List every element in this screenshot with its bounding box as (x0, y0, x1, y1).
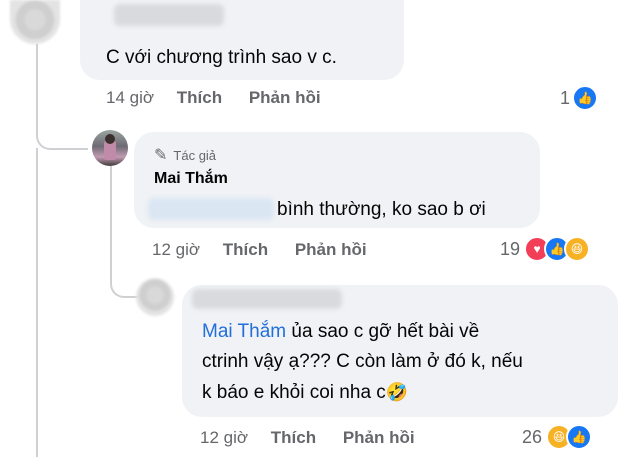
like-link[interactable]: Thích (271, 428, 316, 447)
commenter-avatar[interactable] (136, 278, 174, 316)
pencil-icon: ✎ (154, 147, 168, 164)
comment-actions: 12 giờ Thích Phản hồi (200, 428, 415, 448)
reaction-summary[interactable]: 19 ♥ 👍 😆 (500, 236, 591, 262)
avatar-head (105, 134, 115, 144)
author-name[interactable]: Mai Thắm (154, 170, 228, 188)
reply-link[interactable]: Phản hồi (249, 88, 321, 107)
comment-text: C với chương trình sao v c. (106, 47, 337, 68)
reply-link[interactable]: Phản hồi (295, 240, 367, 259)
comment-time[interactable]: 12 giờ (200, 428, 248, 447)
comment-text-line2: ctrinh vậy ạ??? C còn làm ở đó k, nếu (202, 351, 523, 372)
commenter-avatar[interactable] (10, 0, 60, 44)
reply-link[interactable]: Phản hồi (343, 428, 415, 447)
like-icon: 👍 (572, 85, 599, 111)
comment-time[interactable]: 12 giờ (152, 240, 200, 259)
author-avatar[interactable] (92, 130, 128, 166)
reaction-count: 1 (560, 87, 571, 108)
comment-bubble: Mai Thắm ủa sao c gỡ hết bài về ctrinh v… (182, 285, 618, 417)
author-comment-bubble: ✎ Tác giả Mai Thắm bình thường, ko sao b… (134, 132, 540, 228)
like-link[interactable]: Thích (177, 88, 222, 107)
reaction-count: 19 (500, 238, 521, 259)
comment-text-line1: ủa sao c gỡ hết bài về (286, 321, 480, 342)
like-link[interactable]: Thích (223, 240, 268, 259)
reaction-summary[interactable]: 26 😆 👍 (522, 424, 593, 450)
blurred-commenter-name[interactable] (114, 4, 224, 26)
author-badge-label: Tác giả (173, 147, 217, 163)
author-badge: ✎ Tác giả (154, 145, 216, 165)
thread-line (110, 166, 112, 278)
blurred-commenter-name[interactable] (192, 289, 342, 309)
haha-icon: 😆 (564, 236, 591, 262)
comment-actions: 14 giờ Thích Phản hồi (106, 88, 321, 108)
thread-line-continuation (36, 148, 38, 457)
comment-text: bình thường, ko sao b ơi (277, 199, 486, 220)
reaction-count: 26 (522, 426, 543, 447)
comment-text-line3: k báo e khỏi coi nha c (202, 382, 386, 403)
mention-link[interactable]: Mai Thắm (202, 321, 286, 342)
like-icon: 👍 (566, 424, 593, 450)
rofl-emoji: 🤣 (385, 382, 409, 402)
comment-bubble: C với chương trình sao v c. (80, 0, 404, 80)
comment-actions: 12 giờ Thích Phản hồi (152, 240, 367, 260)
comment-text: Mai Thắm ủa sao c gỡ hết bài về ctrinh v… (202, 317, 620, 408)
reaction-summary[interactable]: 1 👍 (560, 85, 599, 111)
comment-time[interactable]: 14 giờ (106, 88, 154, 107)
thread-line (36, 44, 88, 150)
blurred-mention[interactable] (148, 198, 274, 220)
